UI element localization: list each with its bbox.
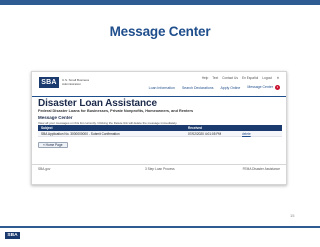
- column-received[interactable]: Received: [188, 126, 242, 130]
- screenshot-frame: SBA U.S. Small Business Administration H…: [31, 71, 287, 185]
- slide-top-bar: [0, 0, 320, 5]
- sba-logo-words: U.S. Small Business Administration: [62, 78, 90, 86]
- footer-rule: [32, 164, 286, 165]
- message-received: 07/02/2020 4:01:05 PM: [188, 131, 222, 136]
- corner-sba-logo: SBA: [5, 232, 20, 239]
- sba-logo[interactable]: SBA U.S. Small Business Administration: [39, 77, 92, 88]
- footer-fema-link[interactable]: FEMA Disaster Assistance: [243, 167, 280, 171]
- table-row: SBA Application No. 3000000000 - Submit …: [38, 131, 282, 137]
- column-subject[interactable]: Subject: [38, 126, 188, 130]
- en-espanol-link[interactable]: En Español: [242, 76, 258, 80]
- close-icon[interactable]: ✕: [276, 76, 280, 80]
- help-link[interactable]: Help: [202, 76, 209, 80]
- slide-bottom-bar: [0, 226, 320, 228]
- footer-sba-link[interactable]: SBA.gov: [38, 167, 50, 171]
- footer-loan-process-link[interactable]: 3 Step Loan Process: [145, 167, 175, 171]
- banner-title: Disaster Loan Assistance: [38, 98, 157, 109]
- nav-message-center[interactable]: Message Center 1: [247, 85, 280, 90]
- home-page-button[interactable]: « Home Page: [38, 142, 68, 148]
- delete-link[interactable]: delete: [242, 132, 251, 136]
- main-nav: Loan Information Search Declarations App…: [149, 85, 280, 90]
- message-center-description: View all your messages on this list curr…: [38, 120, 178, 125]
- utility-links: Help Text Contact Us En Español Logout ✕: [202, 76, 280, 80]
- site-header: SBA U.S. Small Business Administration H…: [32, 72, 286, 96]
- sba-logo-mark: SBA: [39, 77, 59, 88]
- message-count-badge: 1: [275, 85, 280, 90]
- nav-apply-online[interactable]: Apply Online: [220, 86, 240, 90]
- nav-message-center-label: Message Center: [247, 85, 274, 89]
- message-center-heading: Message Center: [38, 115, 73, 120]
- message-subject[interactable]: SBA Application No. 3000000000 - Submit …: [38, 132, 188, 136]
- messages-table: Subject Received SBA Application No. 300…: [38, 125, 282, 137]
- nav-search-declarations[interactable]: Search Declarations: [182, 86, 214, 90]
- text-link[interactable]: Text: [212, 76, 218, 80]
- banner-subtitle: Federal Disaster Loans for Businesses, P…: [38, 109, 194, 113]
- logout-link[interactable]: Logout: [262, 76, 272, 80]
- banner-rule: [32, 96, 286, 97]
- page-number: 15: [290, 213, 295, 218]
- contact-us-link[interactable]: Contact Us: [222, 76, 238, 80]
- nav-loan-information[interactable]: Loan Information: [149, 86, 175, 90]
- slide-title: Message Center: [109, 24, 211, 39]
